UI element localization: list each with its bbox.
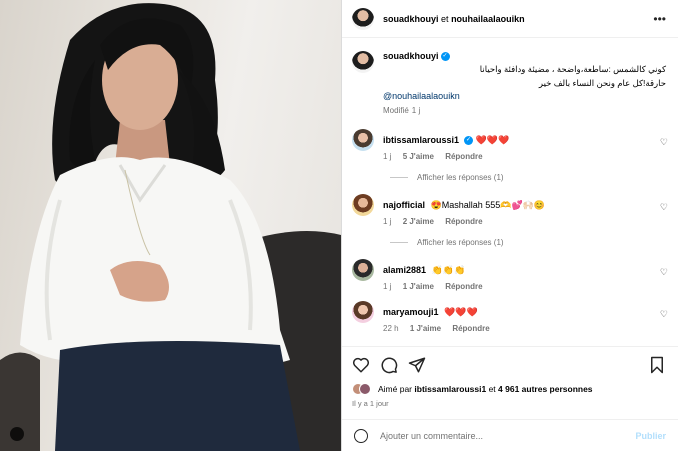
avatar[interactable] — [352, 7, 374, 30]
comment-time[interactable]: 1 j — [383, 152, 391, 161]
tag-icon[interactable] — [10, 427, 24, 441]
liked-by-conj: et — [488, 384, 496, 394]
comment-time[interactable]: 1 j — [383, 217, 391, 226]
post-timestamp[interactable]: Il y a 1 jour — [352, 399, 666, 408]
avatar[interactable] — [352, 301, 374, 324]
verified-icon: ✓ — [440, 52, 450, 62]
reply-button[interactable]: Répondre — [452, 324, 489, 333]
bookmark-icon[interactable] — [648, 356, 666, 374]
post-comment-button[interactable]: Publier — [635, 431, 666, 441]
heart-icon[interactable]: ♡ — [660, 137, 668, 148]
comment-item: maryamouji1 ❤️❤️❤️ 22 h 1 J'aime Répondr… — [342, 301, 678, 333]
post-actions: Aimé par ibtissamlaroussi1 et 4 961 autr… — [342, 346, 678, 408]
comment-item: najofficial 😍Mashallah 555🫶💕🙌🏻😊 1 j 2 J'… — [342, 194, 678, 226]
replies-divider — [390, 177, 408, 179]
liked-by: Aimé par ibtissamlaroussi1 et 4 961 autr… — [352, 383, 666, 395]
author-username[interactable]: souadkhouyi — [383, 14, 439, 24]
comment-username[interactable]: maryamouji1 — [383, 307, 439, 317]
comments-list[interactable]: souadkhouyi ✓ كوني كالشمس :ساطعة،واضحة ، … — [342, 39, 678, 345]
photo-illustration — [0, 3, 341, 451]
verified-icon: ✓ — [464, 136, 474, 146]
view-replies-label: Afficher les réponses (1) — [417, 173, 504, 183]
comment-likes[interactable]: 1 J'aime — [410, 324, 441, 333]
caption-username[interactable]: souadkhouyi — [383, 51, 439, 61]
comment-input[interactable] — [380, 430, 636, 441]
comment-text: ❤️❤️❤️ — [475, 135, 510, 146]
avatar[interactable] — [352, 51, 374, 73]
liker-avatars — [352, 383, 372, 395]
avatar[interactable] — [352, 194, 374, 217]
coauthor-username[interactable]: nouhailaalaouikn — [451, 14, 525, 24]
liked-by-user[interactable]: ibtissamlaroussi1 — [414, 384, 486, 394]
caption-time[interactable]: 1 j — [412, 106, 420, 115]
heart-icon[interactable]: ♡ — [660, 202, 668, 213]
more-icon[interactable]: ••• — [653, 12, 666, 26]
post-dialog: souadkhouyi et nouhailaalaouikn ••• soua… — [0, 0, 678, 451]
reply-button[interactable]: Répondre — [445, 282, 482, 291]
comment-time[interactable]: 1 j — [383, 282, 391, 291]
comment-text: 😍Mashallah 555🫶💕🙌🏻😊 — [430, 200, 546, 211]
post-caption: souadkhouyi ✓ كوني كالشمس :ساطعة،واضحة ، … — [342, 39, 678, 115]
heart-icon[interactable]: ♡ — [660, 309, 668, 320]
replies-divider — [390, 242, 408, 244]
post-header: souadkhouyi et nouhailaalaouikn ••• — [342, 0, 678, 38]
liked-by-prefix: Aimé par — [378, 384, 413, 394]
comment-item: ibtissamlaroussi1 ✓ ❤️❤️❤️ 1 j 5 J'aime R… — [342, 129, 678, 161]
comment-text: 👏👏👏 — [431, 265, 466, 276]
caption-text-line1: كوني كالشمس :ساطعة،واضحة ، مضيئة ودافئة … — [479, 64, 666, 75]
comment-likes[interactable]: 2 J'aime — [403, 217, 434, 226]
view-replies-button[interactable]: Afficher les réponses (1) — [390, 173, 678, 182]
comment-username[interactable]: alami2881 — [383, 265, 426, 275]
heart-icon[interactable] — [352, 356, 370, 374]
caption-mention-link[interactable]: @nouhailaalaouikn — [383, 91, 666, 101]
comment-likes[interactable]: 5 J'aime — [403, 152, 434, 161]
comment-username[interactable]: ibtissamlaroussi1 — [383, 135, 459, 145]
comment-item: alami2881 👏👏👏 1 j 1 J'aime Répondre ♡ — [342, 259, 678, 291]
comment-likes[interactable]: 1 J'aime — [403, 282, 434, 291]
post-authors: souadkhouyi et nouhailaalaouikn — [383, 14, 653, 24]
author-conjunction: et — [441, 13, 449, 24]
liked-by-others[interactable]: 4 961 autres personnes — [498, 384, 593, 394]
reply-button[interactable]: Répondre — [445, 152, 482, 161]
caption-text-line2: حارقة!كل عام ونحن النساء بالف خير — [538, 78, 666, 89]
heart-icon[interactable]: ♡ — [660, 267, 668, 278]
comment-icon[interactable] — [380, 356, 398, 374]
edited-label: Modifié — [383, 106, 409, 116]
avatar[interactable] — [352, 259, 374, 282]
post-side-panel: souadkhouyi et nouhailaalaouikn ••• soua… — [341, 0, 678, 451]
comment-composer: Publier — [342, 419, 678, 451]
emoji-icon[interactable] — [354, 428, 368, 443]
reply-button[interactable]: Répondre — [445, 217, 482, 226]
view-replies-label: Afficher les réponses (1) — [417, 238, 504, 248]
avatar[interactable] — [352, 129, 374, 152]
caption-meta: Modifié 1 j — [383, 106, 666, 115]
comment-text: ❤️❤️❤️ — [444, 307, 478, 318]
comment-username[interactable]: najofficial — [383, 200, 425, 210]
post-photo[interactable] — [0, 0, 341, 451]
share-icon[interactable] — [408, 356, 426, 374]
view-replies-button[interactable]: Afficher les réponses (1) — [390, 238, 678, 247]
comment-time[interactable]: 22 h — [383, 324, 399, 333]
